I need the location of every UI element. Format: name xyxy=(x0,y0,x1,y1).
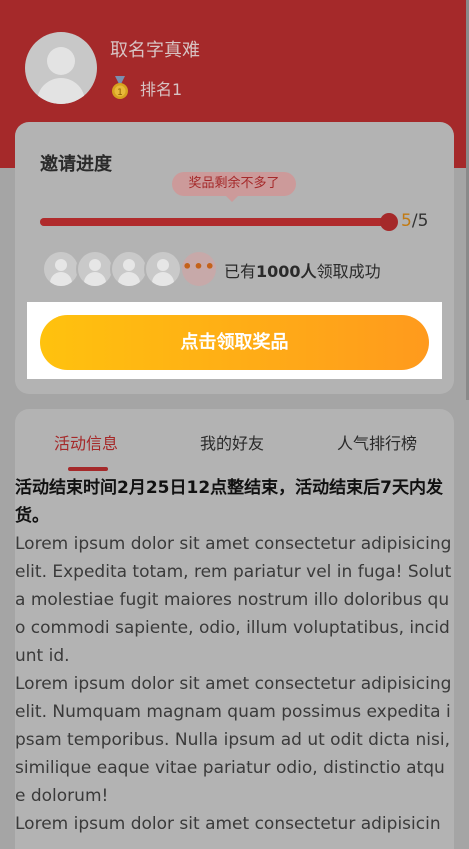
progress-knob xyxy=(380,213,398,231)
success-prefix: 已有 xyxy=(224,262,257,281)
activity-paragraph: Lorem ipsum dolor sit amet consectetur a… xyxy=(15,814,441,834)
friend-avatar xyxy=(110,250,148,288)
more-friends-icon[interactable]: ••• xyxy=(180,250,218,288)
tab-popularity-ranking[interactable]: 人气排行榜 xyxy=(337,430,417,454)
tab-activity-info[interactable]: 活动信息 xyxy=(54,430,118,454)
avatar-body-shape xyxy=(37,78,85,104)
active-tab-indicator xyxy=(68,467,108,471)
claim-success-text: 已有1000人领取成功 xyxy=(224,258,381,282)
user-name: 取名字真难 xyxy=(110,40,200,61)
invite-progress-bar xyxy=(40,218,390,226)
tab-my-friends[interactable]: 我的好友 xyxy=(200,430,264,454)
friend-avatar xyxy=(42,250,80,288)
user-rank: 排名1 xyxy=(140,80,183,99)
avatar-head-shape xyxy=(47,47,75,75)
friend-avatar xyxy=(76,250,114,288)
user-avatar[interactable] xyxy=(25,32,97,104)
gold-medal-icon: 1 xyxy=(112,76,128,99)
invite-progress-fill xyxy=(40,218,390,226)
claim-prize-button[interactable]: 点击领取奖品 xyxy=(40,315,429,370)
invite-progress-title: 邀请进度 xyxy=(40,154,112,175)
progress-current: 5 xyxy=(401,211,412,231)
progress-total: 5 xyxy=(417,211,429,231)
prize-remaining-bubble: 奖品剩余不多了 xyxy=(172,172,296,196)
activity-notice: 活动结束时间2月25日12点整结束，活动结束后7天内发货。 xyxy=(15,478,443,526)
bubble-pointer xyxy=(226,196,238,202)
activity-paragraph: Lorem ipsum dolor sit amet consectetur a… xyxy=(15,534,452,666)
progress-count: 5/5 xyxy=(401,211,428,231)
svg-text:1: 1 xyxy=(117,88,123,98)
activity-paragraph: Lorem ipsum dolor sit amet consectetur a… xyxy=(15,674,452,806)
success-count: 1000人 xyxy=(256,262,317,281)
success-suffix: 领取成功 xyxy=(316,262,381,281)
friend-avatar xyxy=(144,250,182,288)
